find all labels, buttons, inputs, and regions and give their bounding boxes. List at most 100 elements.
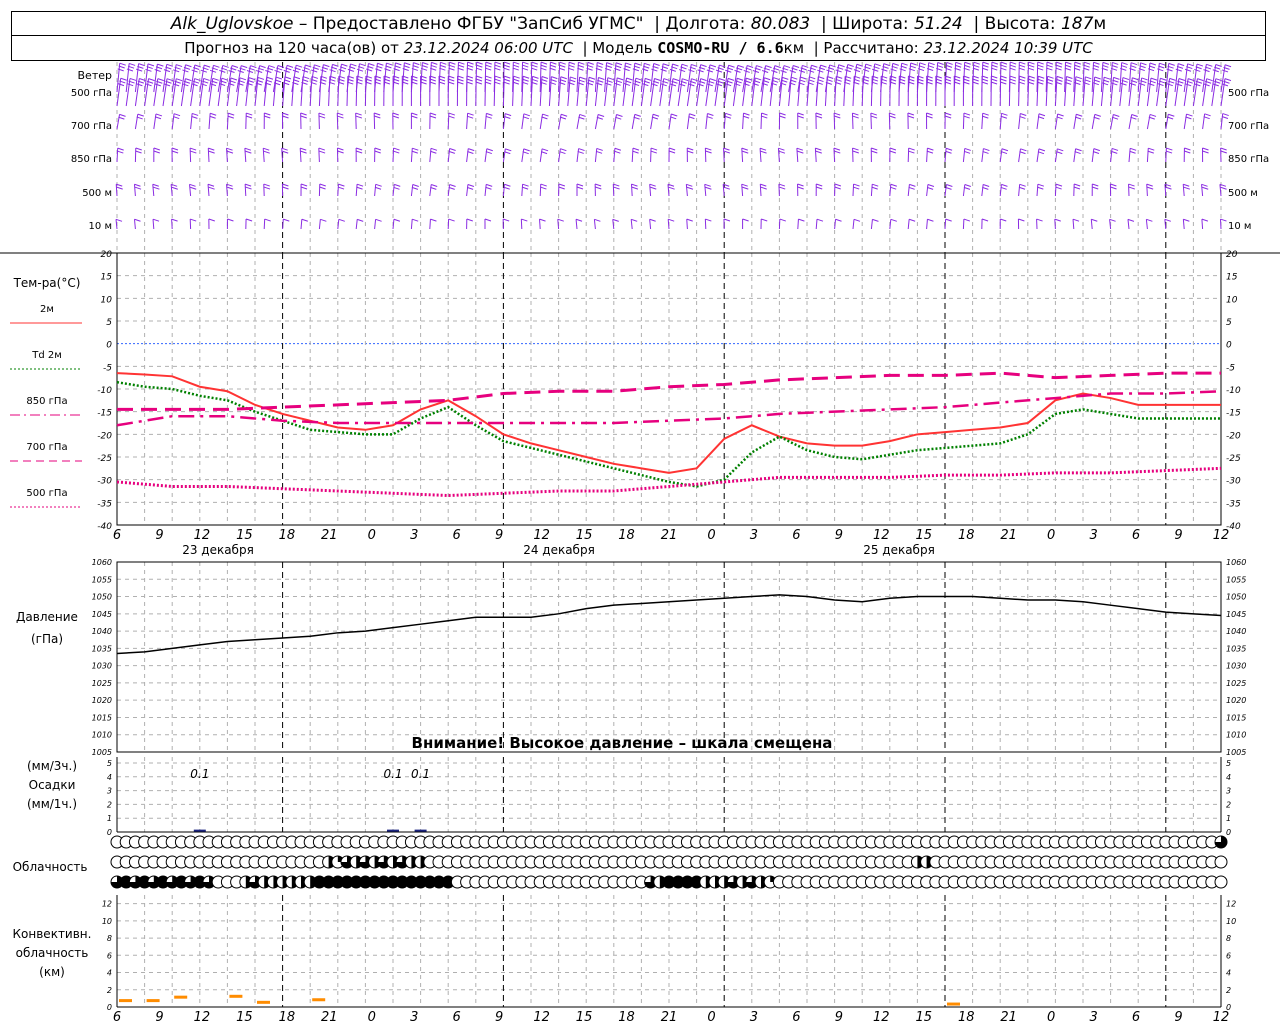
wind-barb-flag (1177, 63, 1185, 67)
wind-barb-flag (759, 147, 767, 151)
wind-barb-flag (286, 64, 294, 68)
wind-barb-flag (431, 61, 438, 65)
wind-barb-flag (1000, 186, 1007, 190)
time-tick-label: 21 (1000, 528, 1017, 543)
wind-barb-flag (964, 147, 971, 151)
wind-barb-flag (357, 218, 364, 222)
wind-barb-flag (259, 65, 266, 69)
wind-barb-flag (292, 69, 300, 73)
wind-barb-flag (741, 183, 748, 187)
wind-barb-flag (847, 64, 854, 67)
wind-barb-flag (282, 183, 289, 187)
wind-barb-flag (834, 183, 842, 187)
wind-barb (1211, 64, 1217, 93)
wind-barb (262, 148, 265, 163)
wind-barb-flag (662, 63, 670, 67)
wind-barb-flag (356, 183, 364, 187)
wind-barb-flag (797, 186, 804, 190)
wind-barb-flag (171, 186, 178, 190)
conv-tick-label: 4 (107, 969, 112, 978)
wind-barb-flag (835, 218, 842, 222)
wind-barb-flag (927, 183, 935, 187)
wind-barb-flag (422, 61, 429, 65)
wind-barb (1091, 148, 1095, 163)
wind-barb (144, 78, 150, 107)
wind-barb (207, 184, 210, 197)
wind-barb-flag (282, 115, 289, 119)
wind-barb (705, 78, 711, 107)
wind-barb-flag (154, 83, 161, 87)
time-tick-label: 0 (707, 528, 715, 543)
wind-barb-flag (190, 218, 197, 222)
wind-barb-flag (1047, 75, 1054, 79)
conv-tick-label-right: 2 (1226, 986, 1231, 995)
wind-barb (668, 78, 674, 107)
wind-barb-flag (239, 77, 247, 81)
wind-barb-flag (523, 148, 530, 152)
bottom-time-tick-label: 9 (495, 1010, 503, 1024)
wind-barb-flag (1092, 186, 1099, 190)
wind-barb-flag (476, 64, 483, 68)
wind-barb-flag (246, 112, 253, 116)
wind-barb (742, 113, 744, 130)
wind-barb-flag (550, 61, 557, 65)
wind-barb-flag (945, 112, 952, 116)
wind-barb-flag (671, 113, 678, 117)
wind-level-label: 500 гПа (71, 88, 112, 99)
wind-barb-flag (1055, 183, 1063, 187)
wind-barb-flag (226, 147, 233, 151)
wind-barb-flag (1020, 113, 1027, 117)
wind-barb (328, 76, 331, 107)
wind-barb-flag (926, 150, 934, 154)
wind-barb-flag (203, 77, 210, 81)
wind-barb-flag (742, 186, 749, 190)
wind-barb-flag (457, 64, 465, 68)
wind-barb (833, 148, 836, 163)
wind-barb-flag (116, 186, 123, 190)
wind-barb (576, 148, 580, 163)
wind-barb-flag (200, 83, 207, 87)
wind-barb-flag (185, 78, 192, 82)
wind-barb-flag (412, 218, 419, 222)
wind-barb-flag (300, 115, 307, 119)
wind-barb-flag (318, 112, 326, 116)
wind-barb-flag (522, 64, 529, 68)
wind-barb-flag (946, 61, 953, 65)
wind-barb-flag (155, 113, 163, 117)
wind-barb-flag (374, 186, 382, 190)
wind-barb-flag (374, 150, 381, 154)
wind-barb (870, 113, 872, 130)
wind-barb-flag (374, 115, 381, 119)
wind-barb-flag (614, 147, 622, 151)
temp-tick-label: 0 (106, 341, 112, 351)
wind-barb-flag (559, 61, 566, 65)
wind-barb-flag (973, 61, 980, 65)
wind-barb-flag (338, 183, 345, 187)
wind-barb (999, 184, 1002, 197)
wind-barb-flag (1183, 218, 1190, 222)
precip-value-label: 0.1 (383, 767, 402, 781)
pressure-tick-label-right: 1005 (1226, 748, 1246, 757)
wind-barb (1182, 184, 1185, 197)
wind-barb-flag (614, 82, 621, 86)
wind-barb-flag (138, 63, 145, 67)
temp-tick-label: 10 (101, 295, 113, 305)
wind-barb-flag (779, 218, 786, 222)
wind-barb-flag (779, 112, 786, 116)
wind-barb-flag (466, 218, 473, 222)
wind-barb-flag (972, 81, 979, 85)
temp-tick-label: 15 (101, 273, 113, 283)
wind-barb-flag (176, 78, 183, 82)
time-tick-label: 9 (155, 528, 163, 543)
wind-barb-flag (964, 61, 971, 65)
wind-barb-flag (1197, 78, 1204, 82)
wind-barb-flag (723, 218, 731, 222)
wind-barb-flag (1019, 61, 1026, 65)
wind-barb-flag (494, 64, 501, 68)
wind-barb-flag (494, 78, 501, 82)
wind-barb-flag (705, 150, 712, 154)
temp-tick-label-right: -15 (1226, 409, 1241, 419)
wind-barb-flag (1009, 81, 1016, 85)
wind-barb-flag (411, 186, 419, 190)
wind-barb-flag (1111, 150, 1118, 154)
